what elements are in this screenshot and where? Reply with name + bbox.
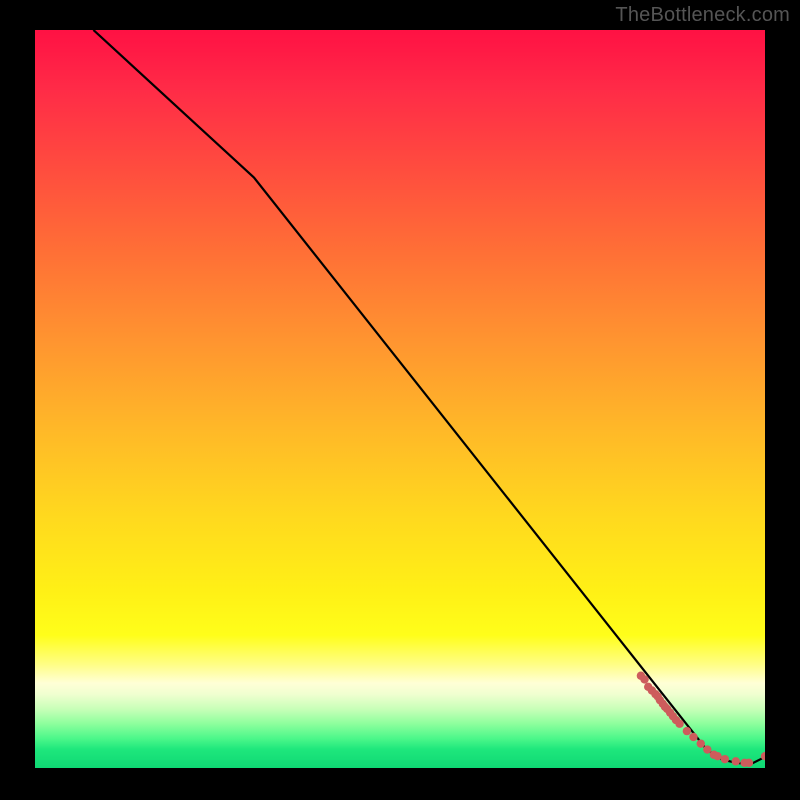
watermark-text: TheBottleneck.com bbox=[615, 4, 790, 27]
chart-overlay bbox=[35, 30, 765, 768]
curve-line bbox=[93, 30, 765, 764]
